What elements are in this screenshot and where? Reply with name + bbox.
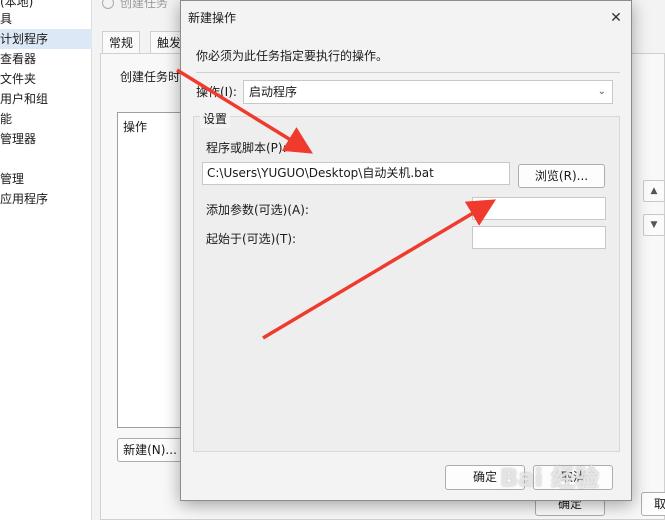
create-task-description: 创建任务时 — [120, 70, 181, 84]
new-action-button[interactable]: 新建(N)... — [117, 438, 183, 462]
action-select[interactable]: 启动程序 ⌄ — [243, 80, 613, 104]
start-in-label: 起始于(可选)(T): — [206, 232, 297, 246]
sidebar-item-users-groups[interactable]: 用户和组 — [0, 89, 92, 109]
program-input[interactable]: C:\Users\YUGUO\Desktop\自动关机.bat — [202, 162, 510, 185]
start-in-input[interactable] — [472, 226, 606, 249]
sidebar-item-performance[interactable]: 能 — [0, 109, 92, 129]
arguments-label: 添加参数(可选)(A): — [206, 203, 309, 217]
watermark: Bai 经验 — [500, 464, 600, 492]
arrow-down-icon: ▼ — [650, 220, 658, 230]
chevron-down-icon: ⌄ — [597, 86, 606, 97]
action-label: 操作(I): — [196, 85, 237, 99]
dialog-instruction: 你必须为此任务指定要执行的操作。 — [196, 49, 389, 63]
action-select-value: 启动程序 — [249, 85, 298, 99]
arguments-input[interactable] — [472, 197, 606, 220]
sidebar-item-disk-management[interactable]: 管理 — [0, 169, 92, 189]
arrow-up-icon: ▲ — [650, 186, 658, 196]
divider — [196, 72, 620, 73]
create-task-title: 创建任务 — [120, 0, 169, 10]
sidebar-item-shared-folders[interactable]: 文件夹 — [0, 69, 92, 89]
sidebar-item-tools[interactable]: 具 — [0, 9, 92, 29]
navigation-sidebar: (本地) 具 计划程序 查看器 文件夹 用户和组 能 管理器 管理 应用程序 — [0, 0, 92, 520]
sidebar-item-event-viewer[interactable]: 查看器 — [0, 49, 92, 69]
browse-button[interactable]: 浏览(R)... — [518, 164, 605, 188]
move-down-button[interactable]: ▼ — [643, 214, 665, 236]
sidebar-item-device-manager[interactable]: 管理器 — [0, 129, 92, 149]
actions-list-header: 操作 — [123, 120, 148, 134]
settings-group-title: 设置 — [200, 110, 231, 128]
sidebar-item-task-scheduler[interactable]: 计划程序 — [0, 29, 92, 49]
tab-general[interactable]: 常规 — [102, 31, 141, 53]
actions-list[interactable] — [117, 112, 181, 428]
dialog-title: 新建操作 — [188, 11, 237, 25]
close-icon[interactable]: ✕ — [606, 9, 626, 27]
sidebar-item-applications[interactable]: 应用程序 — [0, 189, 92, 209]
move-up-button[interactable]: ▲ — [643, 180, 665, 202]
program-label: 程序或脚本(P): — [206, 141, 287, 155]
